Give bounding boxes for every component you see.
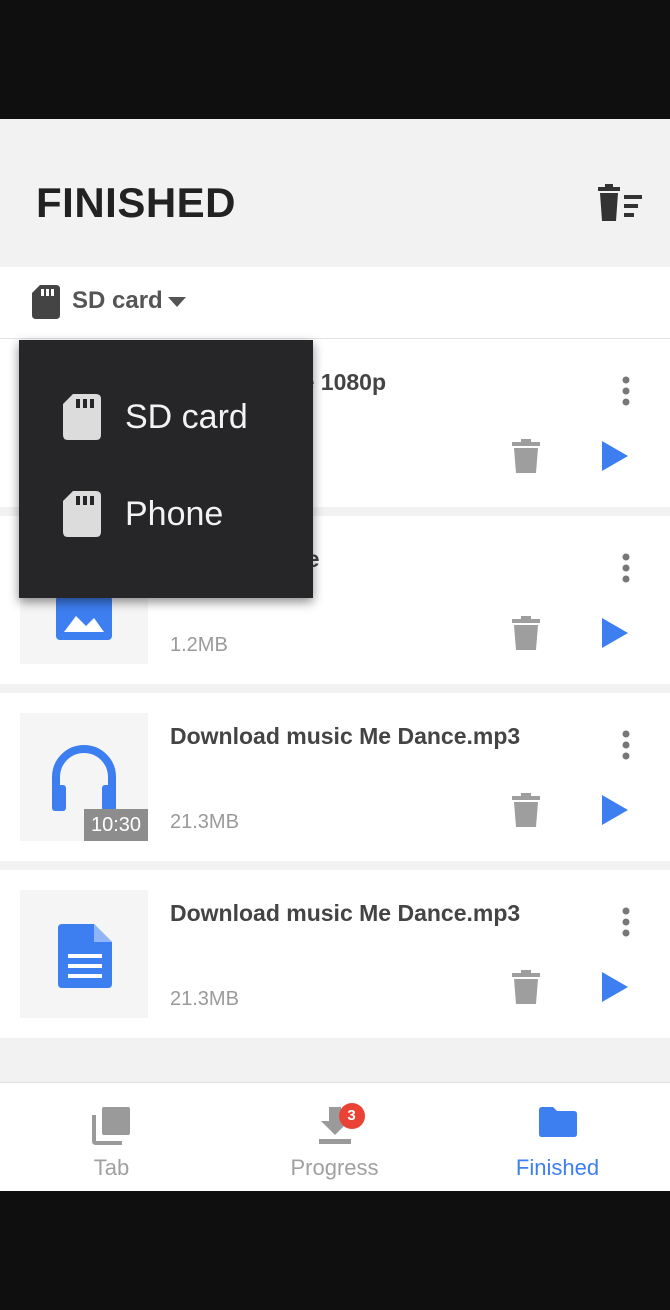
delete-icon[interactable]: [512, 439, 540, 473]
storage-dropdown-menu: SD card Phone: [19, 340, 313, 598]
delete-icon[interactable]: [512, 616, 540, 650]
headphones-icon: [52, 745, 116, 811]
play-icon[interactable]: [598, 439, 632, 473]
image-icon: [56, 596, 112, 640]
menu-item-label: Phone: [125, 495, 224, 533]
sd-card-icon: [63, 394, 101, 440]
progress-count-badge: 3: [338, 1103, 365, 1129]
dropdown-caret-icon: [168, 297, 186, 307]
page-title: FINISHED: [36, 179, 237, 226]
delete-icon[interactable]: [512, 793, 540, 827]
folder-icon: [538, 1107, 577, 1142]
storage-selected-label: SD card: [72, 287, 163, 314]
clear-all-trash-icon[interactable]: [596, 183, 644, 223]
nav-tab[interactable]: Tab: [0, 1083, 223, 1191]
download-icon: 3: [317, 1103, 365, 1150]
tabs-icon: [91, 1107, 132, 1150]
item-title: Download music Me Dance.mp3: [170, 723, 521, 749]
app-screen: FINISHED SD card 1080p 1.2MB 10:30 Downl…: [0, 119, 670, 1191]
thumbnail: 10:30: [20, 713, 148, 841]
menu-item-phone[interactable]: Phone: [19, 467, 313, 563]
nav-label: Tab: [93, 1155, 130, 1180]
thumbnail: [20, 890, 148, 1018]
sd-card-icon: [63, 491, 101, 537]
app-header: FINISHED: [0, 119, 670, 267]
storage-selector[interactable]: SD card: [0, 267, 670, 339]
more-options-icon[interactable]: [612, 729, 640, 765]
nav-finished[interactable]: Finished: [446, 1083, 669, 1191]
nav-progress[interactable]: 3 Progress: [223, 1083, 446, 1191]
document-icon: [58, 924, 112, 988]
more-options-icon[interactable]: [612, 375, 640, 411]
delete-icon[interactable]: [512, 970, 540, 1004]
item-size: 21.3MB: [170, 811, 239, 833]
item-size: 21.3MB: [170, 988, 239, 1010]
nav-label: Finished: [515, 1155, 600, 1180]
play-icon[interactable]: [598, 793, 632, 827]
sd-card-icon: [32, 285, 60, 319]
item-title: Download music Me Dance.mp3: [170, 900, 521, 926]
item-size: 1.2MB: [170, 634, 228, 656]
more-options-icon[interactable]: [612, 552, 640, 588]
menu-item-label: SD card: [125, 398, 248, 436]
play-icon[interactable]: [598, 616, 632, 650]
bottom-nav: Tab 3 Progress Finished: [0, 1082, 670, 1191]
more-options-icon[interactable]: [612, 906, 640, 942]
play-icon[interactable]: [598, 970, 632, 1004]
menu-item-sd-card[interactable]: SD card: [19, 370, 313, 466]
list-item[interactable]: 10:30 Download music Me Dance.mp3 21.3MB: [0, 693, 670, 861]
nav-label: Progress: [290, 1155, 379, 1180]
list-item[interactable]: Download music Me Dance.mp3 21.3MB: [0, 870, 670, 1038]
duration-badge: 10:30: [84, 809, 148, 841]
